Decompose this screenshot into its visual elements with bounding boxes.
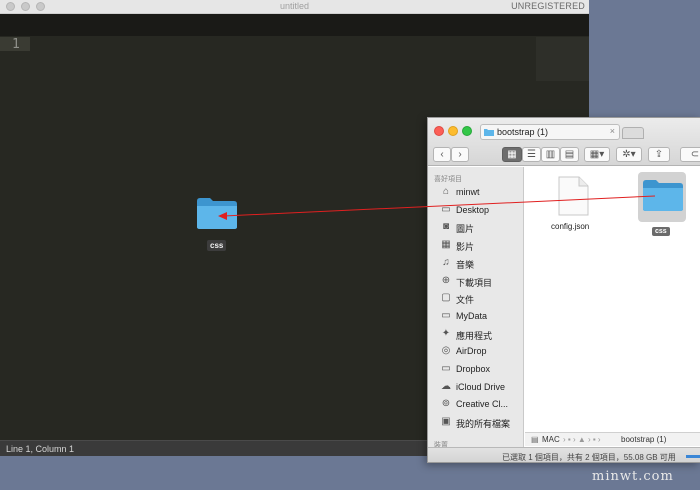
tab-label: bootstrap (1) bbox=[497, 127, 549, 137]
arrange-button[interactable]: ▦▾ bbox=[584, 147, 610, 162]
sidebar-item[interactable]: ▭ MyData bbox=[440, 309, 524, 325]
favorites-heading: 喜好項目 bbox=[434, 176, 462, 183]
sidebar-item[interactable]: ♫ 音樂 bbox=[440, 256, 524, 272]
sidebar-item[interactable]: ▣ 我的所有檔案 bbox=[440, 415, 524, 431]
css-folder-icon[interactable] bbox=[642, 178, 684, 212]
sidebar-item[interactable]: ▢ 文件 bbox=[440, 291, 524, 307]
cloud-icon: ☁ bbox=[441, 380, 451, 392]
document-icon: ▢ bbox=[441, 292, 451, 304]
size-slider[interactable] bbox=[686, 455, 700, 458]
folder-icon bbox=[484, 129, 494, 136]
sidebar-item[interactable]: ✦ 應用程式 bbox=[440, 327, 524, 343]
sidebar-item[interactable]: ◙ 圖片 bbox=[440, 220, 524, 236]
folder-icon: ▭ bbox=[441, 363, 451, 374]
airdrop-icon: ◎ bbox=[441, 345, 451, 357]
sidebar-item[interactable]: ▭ Dropbox bbox=[440, 362, 524, 378]
sidebar-item-label: MyData bbox=[456, 310, 488, 321]
sidebar-item-label: 圖片 bbox=[456, 224, 475, 235]
sidebar-item-label: 應用程式 bbox=[456, 330, 493, 341]
home-icon: ⌂ bbox=[442, 186, 450, 197]
path-separators: › ▪ › ▲ › ▪ › bbox=[563, 435, 601, 444]
sidebar-item-label: Creative Cl... bbox=[456, 399, 509, 410]
sidebar-item-label: 音樂 bbox=[456, 259, 475, 270]
finder-sidebar: 喜好項目 ⌂ minwt ▭ Desktop ◙ 圖片 ▦ 影片 ♫ 音樂 ⊕ 下載項目 ▢ 文件 ▭ MyD… bbox=[428, 167, 524, 449]
icon-view-button[interactable]: ▦ bbox=[502, 147, 522, 162]
action-gear-icon[interactable]: ✲▾ bbox=[616, 147, 642, 162]
music-icon: ♫ bbox=[442, 256, 450, 268]
finder-zoom-button[interactable] bbox=[462, 126, 472, 136]
share-icon[interactable]: ⇪ bbox=[648, 147, 670, 162]
unregistered-label: UNREGISTERED bbox=[511, 1, 585, 11]
sidebar-item[interactable]: ▭ Desktop bbox=[440, 203, 524, 219]
file-label: config.json bbox=[551, 222, 590, 231]
watermark: minwt.com bbox=[592, 469, 674, 484]
finder-minimize-button[interactable] bbox=[448, 126, 458, 136]
sidebar-item-label: AirDrop bbox=[456, 346, 487, 357]
list-view-button[interactable]: ☰ bbox=[522, 147, 541, 162]
finder-window: bootstrap (1) × ‹ › ▦ ☰ ▥ ▤ ▦▾ ✲▾ ⇪ ⊂ 喜好… bbox=[427, 117, 700, 463]
sidebar-item-label: Dropbox bbox=[456, 364, 491, 374]
disk-icon: ▤ bbox=[531, 435, 539, 444]
film-icon: ▦ bbox=[441, 239, 451, 251]
dragged-folder-icon[interactable] bbox=[196, 196, 238, 230]
all-files-icon: ▣ bbox=[441, 416, 451, 428]
column-view-button[interactable]: ▥ bbox=[541, 147, 560, 162]
tab-bootstrap[interactable]: bootstrap (1) × bbox=[480, 124, 620, 140]
tag-icon[interactable]: ⊂ bbox=[680, 147, 700, 162]
finder-close-button[interactable] bbox=[434, 126, 444, 136]
json-file-icon[interactable] bbox=[557, 176, 589, 216]
cover-flow-button[interactable]: ▤ bbox=[560, 147, 579, 162]
sidebar-item-label: minwt bbox=[456, 187, 480, 197]
creative-cloud-icon: ⊚ bbox=[441, 398, 451, 410]
path-bar: ▤ MAC › ▪ › ▲ › ▪ › bootstrap (1) bbox=[525, 432, 700, 446]
folder-icon: ▭ bbox=[441, 203, 451, 215]
selected-folder-label: css bbox=[652, 227, 670, 236]
forward-button[interactable]: › bbox=[451, 147, 469, 162]
path-mac[interactable]: MAC bbox=[542, 435, 560, 444]
folder-icon: ▭ bbox=[441, 309, 451, 321]
sidebar-item-label: 文件 bbox=[456, 295, 475, 306]
close-icon[interactable]: × bbox=[610, 126, 615, 136]
sidebar-item-label: 我的所有檔案 bbox=[456, 419, 511, 430]
minimap[interactable] bbox=[536, 37, 589, 81]
back-button[interactable]: ‹ bbox=[433, 147, 451, 162]
cursor-position: Line 1, Column 1 bbox=[6, 444, 75, 454]
line-number: 1 bbox=[12, 37, 20, 52]
file-browser: config.json css bbox=[525, 167, 700, 432]
finder-toolbar: bootstrap (1) × ‹ › ▦ ☰ ▥ ▤ ▦▾ ✲▾ ⇪ ⊂ bbox=[428, 118, 700, 166]
window-title: untitled bbox=[279, 1, 310, 11]
download-icon: ⊕ bbox=[441, 274, 451, 286]
sidebar-item-label: Desktop bbox=[456, 204, 490, 215]
apps-icon: ✦ bbox=[441, 327, 451, 339]
sidebar-item-label: 影片 bbox=[456, 242, 475, 253]
sidebar-item[interactable]: ▦ 影片 bbox=[440, 238, 524, 254]
sidebar-item[interactable]: ◎ AirDrop bbox=[440, 344, 524, 360]
tab-bar[interactable] bbox=[0, 14, 589, 36]
sidebar-item[interactable]: ☁ iCloud Drive bbox=[440, 380, 524, 396]
sidebar-item-label: iCloud Drive bbox=[456, 381, 506, 392]
item-count-status: 已選取 1 個項目，共有 2 個項目，55.08 GB 可用 bbox=[502, 453, 676, 462]
sidebar-item[interactable]: ⊕ 下載項目 bbox=[440, 274, 524, 290]
editor-titlebar: untitled UNREGISTERED bbox=[0, 0, 589, 14]
sidebar-item[interactable]: ⊚ Creative Cl... bbox=[440, 397, 524, 413]
sidebar-item[interactable]: ⌂ minwt bbox=[440, 185, 524, 201]
camera-icon: ◙ bbox=[442, 221, 450, 233]
dragged-folder-label: css bbox=[207, 240, 227, 251]
new-tab-button[interactable] bbox=[622, 127, 644, 139]
sidebar-item-label: 下載項目 bbox=[456, 277, 493, 288]
finder-status-bar: 已選取 1 個項目，共有 2 個項目，55.08 GB 可用 bbox=[428, 447, 700, 462]
path-current[interactable]: bootstrap (1) bbox=[621, 435, 666, 444]
